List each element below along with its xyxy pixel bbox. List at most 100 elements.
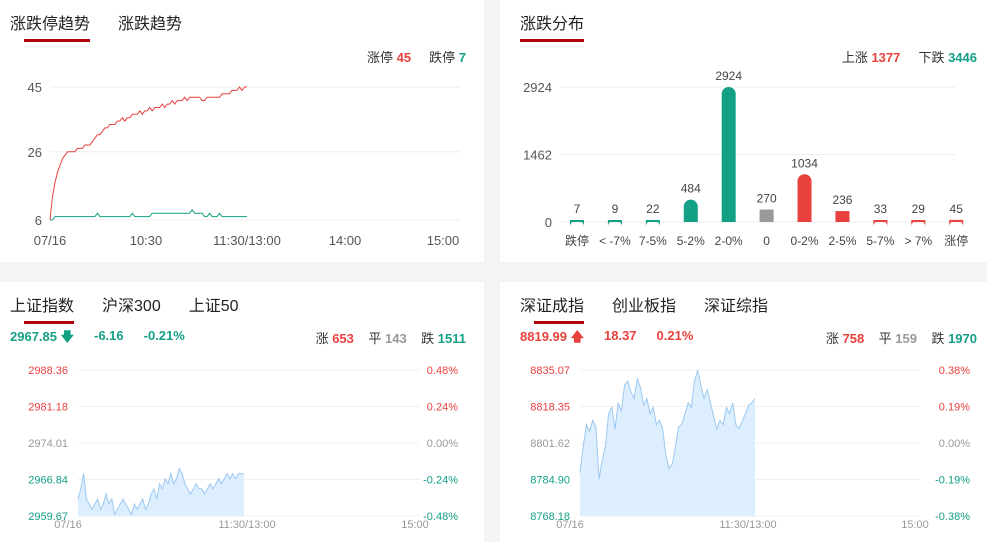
sz-up: 758 — [842, 331, 865, 346]
y-tick-label: 2924 — [523, 80, 552, 95]
limit-up-line — [49, 86, 247, 221]
y-tick-label: 8835.07 — [530, 365, 570, 377]
y-tick-right-label: -0.24% — [423, 475, 458, 487]
y-tick-right-label: -0.19% — [935, 475, 970, 487]
bar-stub — [607, 220, 622, 222]
bar-value-label: 2924 — [715, 69, 742, 83]
sz-change: 18.37 — [604, 328, 637, 343]
category-label: > 7% — [904, 234, 932, 248]
arrow-down-icon: 🡇 — [60, 329, 74, 344]
sz-flat-label: 平 — [878, 331, 892, 346]
limit-down-line — [50, 208, 247, 221]
y-tick-label: 8818.35 — [530, 402, 570, 414]
sh-stats: 涨 653 平 143 跌 1511 — [316, 328, 466, 347]
y-tick-label: 2974.01 — [28, 438, 68, 450]
distribution-chart: 2924 1462 0 7 跌停 9 < -7% 22 7-5% 484 5-2% 2924 2-0% 2… — [523, 69, 968, 248]
bar-value-label: 22 — [646, 202, 660, 216]
y-tick-label: 2966.84 — [28, 475, 68, 487]
bar-value-label: 29 — [912, 202, 926, 216]
bar-stub — [911, 220, 926, 222]
y-tick-right-label: -0.38% — [935, 511, 970, 523]
category-label: 2-5% — [828, 234, 856, 248]
bar-value-label: 1034 — [791, 156, 818, 170]
bar-value-label: 33 — [874, 202, 888, 216]
y-tick-right-label: 0.00% — [939, 438, 970, 450]
distribution-panel: 涨跌分布 上涨 1377 下跌 3446 2924 1462 0 7 跌停 9 < -7% 2… — [500, 0, 987, 262]
y-tick-label: 8784.90 — [530, 475, 570, 487]
y-tick-label: 8801.62 — [530, 438, 570, 450]
arrow-up-icon: 🡅 — [570, 329, 584, 344]
sh-change: -6.16 — [94, 328, 124, 343]
sh-up: 653 — [332, 331, 354, 346]
sh-down: 1511 — [437, 331, 466, 346]
category-label: 涨停 — [944, 233, 968, 248]
sz-down-label: 跌 — [931, 331, 945, 346]
sz-down: 1970 — [948, 331, 977, 346]
y-tick-label: 45 — [28, 80, 42, 95]
y-tick-label: 6 — [35, 213, 42, 228]
sz-index-panel: 深证成指 创业板指 深证综指 8835.07 0.38% 8818.35 0.19% 8… — [500, 282, 987, 542]
category-label: 跌停 — [565, 233, 589, 248]
category-label: 5-7% — [866, 234, 894, 248]
limit-trend-panel: 涨跌停趋势 涨跌趋势 涨停 45 跌停 7 45 26 6 07/16 10:30 11:… — [0, 0, 484, 262]
bar-value-label: 7 — [574, 202, 581, 216]
x-tick-label: 15:00 — [427, 233, 460, 248]
category-label: 5-2% — [677, 234, 705, 248]
sz-pct: 0.21% — [656, 328, 694, 343]
sh-up-label: 涨 — [315, 331, 329, 346]
bar — [797, 174, 812, 222]
sz-price: 8819.99 🡅 — [520, 329, 584, 344]
price-area — [78, 468, 244, 516]
category-label: 0-2% — [791, 234, 819, 248]
bar-value-label: 9 — [612, 202, 619, 216]
bar-value-label: 270 — [757, 192, 777, 206]
y-tick-right-label: 0.48% — [427, 365, 458, 377]
x-tick-label: 07/16 — [556, 519, 584, 531]
x-tick-label: 14:00 — [329, 233, 362, 248]
x-tick-label: 10:30 — [130, 233, 163, 248]
sh-index-panel: 上证指数 沪深300 上证50 2988.36 0.48% 2981.18 0.24%… — [0, 282, 484, 542]
bar — [683, 199, 698, 222]
x-tick-label: 11:30/13:00 — [719, 519, 776, 531]
sz-up-label: 涨 — [825, 331, 839, 346]
category-label: < -7% — [599, 234, 631, 248]
bar-value-label: 484 — [681, 182, 701, 196]
x-tick-label: 11:30/13:00 — [218, 519, 275, 531]
sz-stats: 涨 758 平 159 跌 1970 — [826, 328, 977, 347]
x-tick-label: 07/16 — [34, 233, 67, 248]
sh-index-chart: 2988.36 0.48% 2981.18 0.24% 2974.01 0.00% 2966… — [28, 365, 458, 531]
sz-index-chart: 8835.07 0.38% 8818.35 0.19% 8801.62 0.00% 8784… — [530, 365, 970, 531]
sh-flat: 143 — [385, 331, 407, 346]
bar-value-label: 45 — [950, 202, 964, 216]
y-tick-right-label: 0.24% — [427, 402, 458, 414]
sh-pct: -0.21% — [143, 328, 185, 343]
y-tick-right-label: 0.00% — [427, 438, 458, 450]
bar-stub — [759, 209, 774, 222]
x-tick-label: 15:00 — [901, 519, 929, 531]
x-tick-label: 11:30/13:00 — [213, 233, 281, 248]
bar-stub — [645, 220, 660, 222]
sz-quote: 8819.99 🡅 18.37 0.21% — [520, 328, 693, 350]
bar — [721, 87, 736, 222]
category-label: 2-0% — [715, 234, 743, 248]
bar-stub — [873, 220, 888, 222]
bar-value-label: 236 — [832, 193, 852, 207]
y-tick-label: 2981.18 — [28, 402, 68, 414]
limit-trend-chart: 45 26 6 07/16 10:30 11:30/13:00 14:00 15:00 — [28, 80, 460, 248]
y-tick-label: 0 — [545, 215, 552, 230]
y-tick-label: 1462 — [523, 148, 552, 163]
y-tick-label: 2988.36 — [28, 365, 68, 377]
category-label: 7-5% — [639, 234, 667, 248]
y-tick-right-label: 0.19% — [939, 402, 970, 414]
y-tick-label: 26 — [28, 145, 42, 160]
sh-price: 2967.85 🡇 — [10, 329, 74, 344]
sh-flat-label: 平 — [368, 331, 382, 346]
bar-stub — [570, 220, 584, 222]
y-tick-right-label: 0.38% — [939, 365, 970, 377]
sh-down-label: 跌 — [421, 331, 435, 346]
x-tick-label: 15:00 — [401, 519, 429, 531]
sh-quote: 2967.85 🡇 -6.16 -0.21% — [10, 328, 185, 350]
category-label: 0 — [763, 234, 770, 248]
bar-stub — [835, 211, 850, 222]
bar-stub — [949, 219, 964, 222]
